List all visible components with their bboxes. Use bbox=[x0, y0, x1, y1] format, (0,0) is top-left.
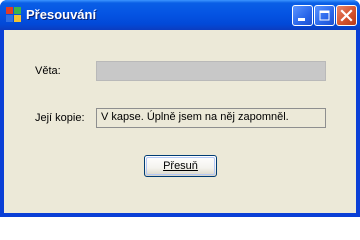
maximize-button[interactable] bbox=[314, 5, 335, 26]
close-icon bbox=[340, 9, 353, 22]
veta-input[interactable] bbox=[96, 61, 326, 81]
app-icon-red-square bbox=[6, 7, 13, 14]
veta-label: Věta: bbox=[35, 65, 61, 77]
presun-button-label: Přesuň bbox=[163, 160, 198, 172]
kopie-field[interactable]: V kapse. Úplně jsem na něj zapomněl. bbox=[96, 108, 326, 128]
app-icon[interactable] bbox=[6, 7, 22, 23]
app-icon-yellow-square bbox=[14, 15, 21, 22]
title-bar[interactable]: Přesouvání bbox=[0, 0, 360, 30]
form-client-area: Věta: Její kopie: V kapse. Úplně jsem na… bbox=[4, 30, 356, 213]
app-icon-blue-square bbox=[6, 15, 13, 22]
presun-button[interactable]: Přesuň bbox=[144, 155, 217, 177]
maximize-icon bbox=[319, 10, 330, 21]
minimize-button[interactable] bbox=[292, 5, 313, 26]
app-window: Přesouvání Věta: Její kopie: V kapse. Úp… bbox=[0, 0, 360, 217]
kopie-label: Její kopie: bbox=[35, 112, 85, 124]
close-button[interactable] bbox=[336, 5, 357, 26]
presun-button-face: Přesuň bbox=[146, 157, 215, 175]
window-title: Přesouvání bbox=[26, 7, 97, 22]
app-icon-green-square bbox=[14, 7, 21, 14]
minimize-icon bbox=[298, 18, 305, 21]
